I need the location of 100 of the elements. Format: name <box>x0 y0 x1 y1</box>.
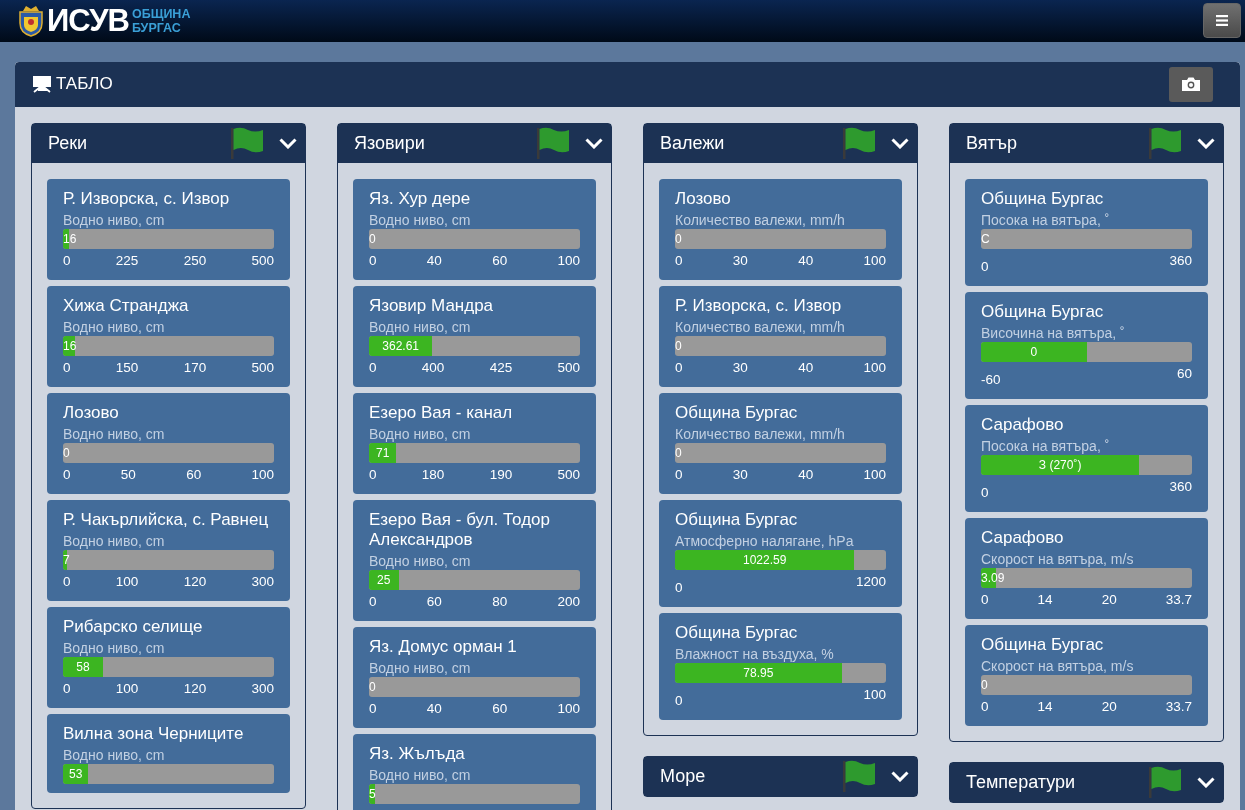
meter-value: 0 <box>1029 343 1039 361</box>
flag-icon <box>231 127 264 160</box>
station-name: Рибарско селище <box>63 616 204 637</box>
scale-label: 360 <box>1169 251 1192 270</box>
station-name: Вилна зона Черниците <box>63 723 245 744</box>
scale-label: 0 <box>369 699 377 718</box>
meter-value: 16 <box>63 337 77 355</box>
scale-label: 120 <box>183 572 207 591</box>
station-name: Езеро Вая - бул. Тодор Александров <box>369 509 551 550</box>
meter-value: 362.61 <box>381 337 420 355</box>
scale-label: 225 <box>115 251 139 270</box>
scale-label: 30 <box>732 465 748 484</box>
panel-title: Вятър <box>966 132 1018 154</box>
app-logo-subtitle: БУРГАС <box>131 20 181 35</box>
station-name: Община Бургас <box>981 634 1105 655</box>
meter-value: 0 <box>63 444 70 462</box>
meter-value: 1022.59 <box>741 551 788 569</box>
scale-label: 0 <box>63 251 71 270</box>
scale-label: 0 <box>675 251 683 270</box>
measure-label: Водно ниво, cm <box>369 659 472 677</box>
flag-icon <box>843 127 876 160</box>
meter-value: 0 <box>675 230 682 248</box>
chevron-down-icon[interactable] <box>891 137 909 149</box>
scale-label: 80 <box>492 592 508 611</box>
scale-label: 33.7 <box>1165 590 1192 609</box>
scale-label: 425 <box>489 358 513 377</box>
flag-icon <box>843 760 876 793</box>
meter-value: С <box>981 230 990 248</box>
scale-label: 200 <box>557 592 580 611</box>
scale-label: 60 <box>492 251 508 270</box>
meter-value: 0 <box>675 444 682 462</box>
scale-label: 120 <box>183 679 207 698</box>
meter-value: 3.09 <box>981 569 1005 587</box>
scale-label: 20 <box>1101 590 1117 609</box>
scale-label: 100 <box>115 572 139 591</box>
scale-label: 14 <box>1037 697 1053 716</box>
scale-label: 400 <box>421 358 445 377</box>
scale-label: 0 <box>981 590 989 609</box>
scale-label: 60 <box>492 699 508 718</box>
station-name: Р. Изворска, с. Извор <box>675 295 843 316</box>
scale-label: 40 <box>798 251 814 270</box>
measure-label: Водно ниво, cm <box>369 766 472 784</box>
scale-label: 100 <box>557 699 580 718</box>
station-name: Яз. Жълъда <box>369 743 466 764</box>
meter-value: З (270˚) <box>1037 456 1083 474</box>
scale-label: 0 <box>675 358 683 377</box>
measure-label: Водно ниво, cm <box>63 639 166 657</box>
chevron-down-icon[interactable] <box>891 770 909 782</box>
station-name: Община Бургас <box>981 188 1105 209</box>
chevron-down-icon[interactable] <box>279 137 297 149</box>
scale-label: 300 <box>251 679 274 698</box>
measure-label: Водно ниво, cm <box>63 318 166 336</box>
measure-label: Водно ниво, cm <box>369 552 472 570</box>
measure-label: Водно ниво, cm <box>369 211 472 229</box>
scale-label: 30 <box>732 358 748 377</box>
chevron-down-icon[interactable] <box>1197 776 1215 788</box>
scale-label: 0 <box>63 679 71 698</box>
scale-label: 500 <box>557 465 580 484</box>
station-name: Езеро Вая - канал <box>369 402 514 423</box>
scale-label: 40 <box>426 251 442 270</box>
scale-label: 100 <box>251 465 274 484</box>
scale-label: 0 <box>981 483 989 502</box>
meter-value: 58 <box>75 658 91 676</box>
chevron-down-icon[interactable] <box>1197 137 1215 149</box>
menu-button[interactable] <box>1203 3 1241 39</box>
scale-label: 500 <box>251 358 274 377</box>
measure-label: Водно ниво, cm <box>369 318 472 336</box>
scale-label: 0 <box>63 572 71 591</box>
meter-value: 0 <box>369 230 376 248</box>
monitor-icon <box>33 75 51 93</box>
scale-label: 30 <box>732 251 748 270</box>
scale-label: 0 <box>981 697 989 716</box>
scale-label: 180 <box>421 465 445 484</box>
measure-label: Количество валежи, mm/h <box>675 425 846 443</box>
flag-icon <box>537 127 570 160</box>
scale-label: 100 <box>863 358 886 377</box>
station-name: Община Бургас <box>675 509 799 530</box>
scale-label: 33.7 <box>1165 697 1192 716</box>
station-name: Община Бургас <box>981 301 1105 322</box>
meter-value: 0 <box>981 676 988 694</box>
scale-label: 40 <box>798 465 814 484</box>
meter-value: 0 <box>369 678 376 696</box>
measure-label: Водно ниво, cm <box>63 746 166 764</box>
panel-title: Температури <box>966 771 1076 793</box>
measure-label: Атмосферно налягане, hPa <box>675 532 855 550</box>
meter-value: 53 <box>67 765 84 783</box>
scale-label: 0 <box>675 465 683 484</box>
chevron-down-icon[interactable] <box>585 137 603 149</box>
scale-label: 360 <box>1169 477 1192 496</box>
snapshot-button[interactable] <box>1169 66 1213 102</box>
station-name: Сарафово <box>981 414 1065 435</box>
station-name: Язовир Мандра <box>369 295 495 316</box>
flag-icon <box>1149 766 1182 799</box>
app-logo-subtitle: ОБЩИНА <box>131 6 191 21</box>
scale-label: 0 <box>63 465 71 484</box>
scale-label: 250 <box>183 251 207 270</box>
scale-label: 0 <box>369 465 377 484</box>
meter-value: 71 <box>375 444 391 462</box>
scale-label: 100 <box>863 465 886 484</box>
panel-title: Язовири <box>354 132 425 154</box>
